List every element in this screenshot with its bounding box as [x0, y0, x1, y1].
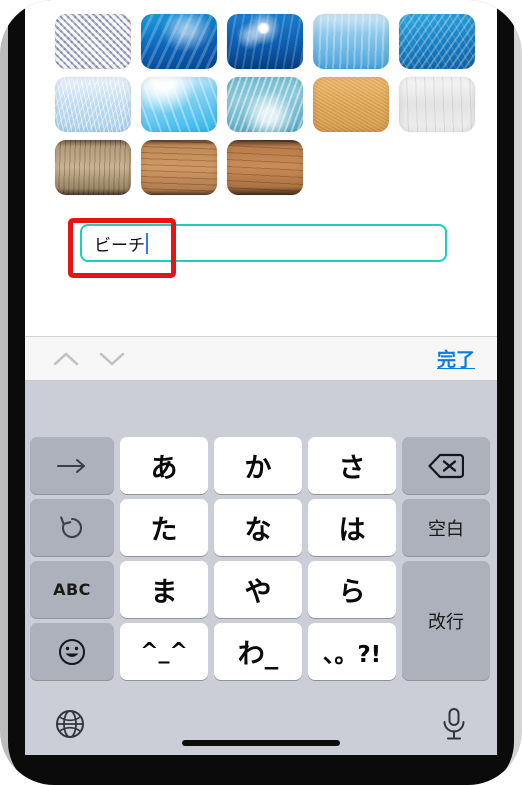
- text-field-row: ビーチ: [25, 210, 497, 290]
- thumb-wood-dark[interactable]: [227, 140, 303, 195]
- phone-screen: ビーチ 完了 あ か さ た な は 空白 ABC ま や ら 改行 ^_^ わ…: [25, 0, 497, 755]
- chevron-down-icon: [98, 350, 126, 368]
- thumb-water-ripple[interactable]: [55, 77, 131, 132]
- next-field-button[interactable]: [89, 336, 135, 381]
- key-wa-row[interactable]: わ_: [214, 623, 302, 680]
- thumb-sand[interactable]: [313, 77, 389, 132]
- smiley-face-icon: [57, 637, 87, 667]
- key-ha-row[interactable]: は: [308, 499, 396, 556]
- thumb-lace-pattern[interactable]: [55, 14, 131, 69]
- key-emoji[interactable]: [30, 623, 114, 680]
- key-kaomoji[interactable]: ^_^: [120, 623, 208, 680]
- text-caret: [146, 232, 148, 254]
- phone-frame: ビーチ 完了 あ か さ た な は 空白 ABC ま や ら 改行 ^_^ わ…: [0, 0, 522, 785]
- chevron-up-icon: [52, 350, 80, 368]
- thumb-marble[interactable]: [399, 77, 475, 132]
- done-button[interactable]: 完了: [437, 345, 475, 372]
- keyboard-accessory-bar: 完了: [25, 336, 497, 381]
- key-undo[interactable]: [30, 499, 114, 556]
- arrow-right-icon: [55, 457, 89, 475]
- thumb-ocean-deep[interactable]: [141, 14, 217, 69]
- keyboard-key-grid: あ か さ た な は 空白 ABC ま や ら 改行 ^_^ わ_ 、。?!: [30, 437, 492, 680]
- home-indicator[interactable]: [182, 740, 340, 746]
- key-space[interactable]: 空白: [402, 499, 490, 556]
- key-punctuation[interactable]: 、。?!: [308, 623, 396, 680]
- key-ra-row[interactable]: ら: [308, 561, 396, 618]
- previous-field-button[interactable]: [43, 336, 89, 381]
- key-cursor-right[interactable]: [30, 437, 114, 494]
- key-na-row[interactable]: な: [214, 499, 302, 556]
- key-abc-mode[interactable]: ABC: [30, 561, 114, 618]
- key-ya-row[interactable]: や: [214, 561, 302, 618]
- japanese-kana-keyboard: あ か さ た な は 空白 ABC ま や ら 改行 ^_^ わ_ 、。?!: [25, 381, 497, 755]
- thumb-wood-medium[interactable]: [141, 140, 217, 195]
- thumb-ocean-splash[interactable]: [227, 14, 303, 69]
- undo-icon: [57, 513, 87, 543]
- key-ma-row[interactable]: ま: [120, 561, 208, 618]
- key-return[interactable]: 改行: [402, 561, 490, 680]
- search-input[interactable]: ビーチ: [80, 224, 447, 262]
- key-ta-row[interactable]: た: [120, 499, 208, 556]
- background-thumbnail-grid: [55, 14, 475, 195]
- thumb-wood-pale[interactable]: [55, 140, 131, 195]
- microphone-icon[interactable]: [439, 706, 469, 742]
- key-ka-row[interactable]: か: [214, 437, 302, 494]
- thumb-ocean-light[interactable]: [313, 14, 389, 69]
- thumb-sea-foam[interactable]: [227, 77, 303, 132]
- thumb-underwater[interactable]: [141, 77, 217, 132]
- key-sa-row[interactable]: さ: [308, 437, 396, 494]
- thumb-ocean-wave[interactable]: [399, 14, 475, 69]
- delete-icon: [428, 453, 464, 479]
- key-delete[interactable]: [402, 437, 490, 494]
- globe-icon[interactable]: [53, 707, 87, 741]
- search-input-value: ビーチ: [94, 235, 145, 256]
- content-area: ビーチ: [25, 0, 497, 336]
- key-a-row[interactable]: あ: [120, 437, 208, 494]
